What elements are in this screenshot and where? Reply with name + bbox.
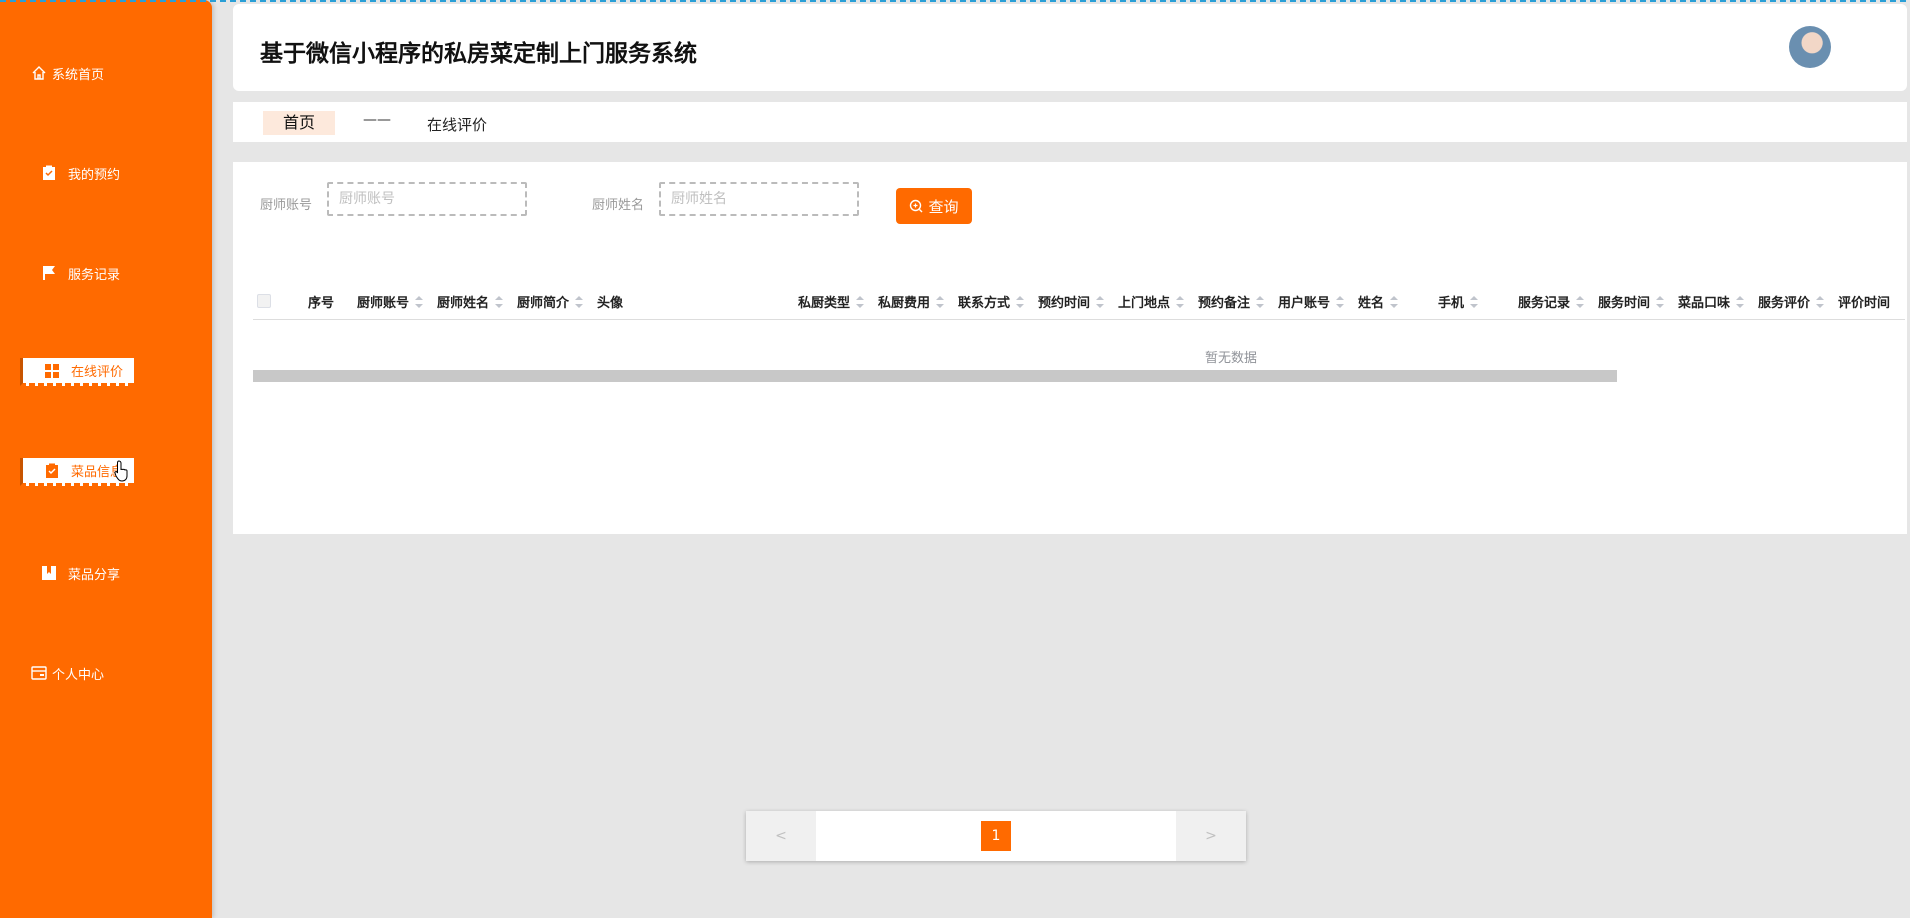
card-icon <box>30 664 48 682</box>
sort-icon[interactable] <box>1736 295 1745 308</box>
chef-account-label: 厨师账号 <box>260 198 313 213</box>
horizontal-scrollbar[interactable] <box>253 370 1617 382</box>
clipboard-check-icon <box>43 462 61 480</box>
sidebar-item-label: 我的预约 <box>68 167 121 183</box>
column-header-phone[interactable]: 手机 <box>1438 292 1479 311</box>
app-header: 基于微信小程序的私房菜定制上门服务系统 <box>233 4 1907 91</box>
chef-account-input[interactable] <box>327 182 527 216</box>
sort-icon[interactable] <box>1576 295 1585 308</box>
clipboard-icon <box>40 164 58 182</box>
sort-icon[interactable] <box>1816 295 1825 308</box>
column-header-user-account[interactable]: 用户账号 <box>1278 292 1345 311</box>
sidebar-item-label: 菜品分享 <box>68 567 121 583</box>
app-title: 基于微信小程序的私房菜定制上门服务系统 <box>260 41 697 67</box>
sort-icon[interactable] <box>1336 295 1345 308</box>
pagination-pages: 1 <box>816 811 1176 861</box>
sidebar-item-my-reservation[interactable]: 我的预约 <box>20 159 134 187</box>
column-header-review-time[interactable]: 评价时间 <box>1838 292 1905 311</box>
column-header-chef-name[interactable]: 厨师姓名 <box>437 292 504 311</box>
chef-name-input[interactable] <box>659 182 859 216</box>
top-loading-bar <box>0 0 1910 2</box>
column-header-service-time[interactable]: 服务时间 <box>1598 292 1665 311</box>
sort-icon[interactable] <box>856 295 865 308</box>
flag-icon <box>40 264 58 282</box>
column-header-contact[interactable]: 联系方式 <box>958 292 1025 311</box>
sort-icon[interactable] <box>1096 295 1105 308</box>
sidebar-item-home[interactable]: 系统首页 <box>30 59 104 87</box>
chef-name-label: 厨师姓名 <box>592 198 645 213</box>
column-header-service-record[interactable]: 服务记录 <box>1518 292 1585 311</box>
sidebar-item-label: 在线评价 <box>71 365 124 380</box>
sort-icon[interactable] <box>1656 295 1665 308</box>
sidebar-item-service-record[interactable]: 服务记录 <box>20 259 134 287</box>
sort-icon[interactable] <box>1176 295 1185 308</box>
column-header-chef-fee[interactable]: 私厨费用 <box>878 292 945 311</box>
sidebar-item-label: 个人中心 <box>52 667 105 683</box>
search-icon <box>909 199 923 213</box>
next-page-button[interactable]: > <box>1176 811 1246 861</box>
column-header-service-review[interactable]: 服务评价 <box>1758 292 1825 311</box>
sort-icon[interactable] <box>1016 295 1025 308</box>
column-header-booking-time[interactable]: 预约时间 <box>1038 292 1105 311</box>
query-button-label: 查询 <box>928 197 959 216</box>
breadcrumb: 首页 —— 在线评价 <box>233 102 1907 142</box>
pagination: < 1 > <box>746 811 1246 861</box>
column-header-chef-intro[interactable]: 厨师简介 <box>517 292 584 311</box>
column-header-dish-taste[interactable]: 菜品口味 <box>1678 292 1745 311</box>
grid-icon <box>43 362 61 380</box>
hand-cursor-icon <box>114 460 132 486</box>
breadcrumb-separator: —— <box>363 112 391 128</box>
sort-icon[interactable] <box>495 295 504 308</box>
sort-icon[interactable] <box>936 295 945 308</box>
main-panel: 厨师账号 厨师姓名 查询 序号 厨师账号 厨师姓名 厨师简介 头像 私厨类型 私… <box>233 162 1907 534</box>
select-all-checkbox[interactable] <box>257 294 271 308</box>
column-header-avatar: 头像 <box>597 296 624 311</box>
query-button[interactable]: 查询 <box>896 188 972 224</box>
sidebar-item-label: 系统首页 <box>52 67 105 83</box>
avatar[interactable] <box>1789 26 1831 68</box>
sidebar-item-label: 服务记录 <box>68 267 121 283</box>
sort-icon[interactable] <box>1256 295 1265 308</box>
table-header: 序号 厨师账号 厨师姓名 厨师简介 头像 私厨类型 私厨费用 联系方式 预约时间… <box>253 280 1905 320</box>
column-header-chef-type[interactable]: 私厨类型 <box>798 292 865 311</box>
book-icon <box>40 564 58 582</box>
column-header-chef-account[interactable]: 厨师账号 <box>357 292 424 311</box>
table-empty-text: 暂无数据 <box>1205 351 1258 366</box>
sidebar-item-online-review[interactable]: 在线评价 <box>20 358 134 386</box>
sort-icon[interactable] <box>575 295 584 308</box>
breadcrumb-current: 在线评价 <box>427 116 488 134</box>
sort-icon[interactable] <box>1470 295 1479 308</box>
column-header-address[interactable]: 上门地点 <box>1118 292 1185 311</box>
column-header-booking-note[interactable]: 预约备注 <box>1198 292 1265 311</box>
sort-icon[interactable] <box>1390 295 1399 308</box>
sort-icon[interactable] <box>415 295 424 308</box>
breadcrumb-home[interactable]: 首页 <box>263 111 335 135</box>
sidebar-item-personal-center[interactable]: 个人中心 <box>30 659 104 687</box>
prev-page-button[interactable]: < <box>746 811 816 861</box>
page-number-button[interactable]: 1 <box>981 821 1011 851</box>
column-header-name[interactable]: 姓名 <box>1358 292 1399 311</box>
column-header-index: 序号 <box>308 296 335 311</box>
sidebar: 系统首页 我的预约 服务记录 在线评价 菜品信息 菜品分享 个人中心 <box>0 0 212 918</box>
home-icon <box>30 64 48 82</box>
sidebar-item-dish-share[interactable]: 菜品分享 <box>20 559 134 587</box>
